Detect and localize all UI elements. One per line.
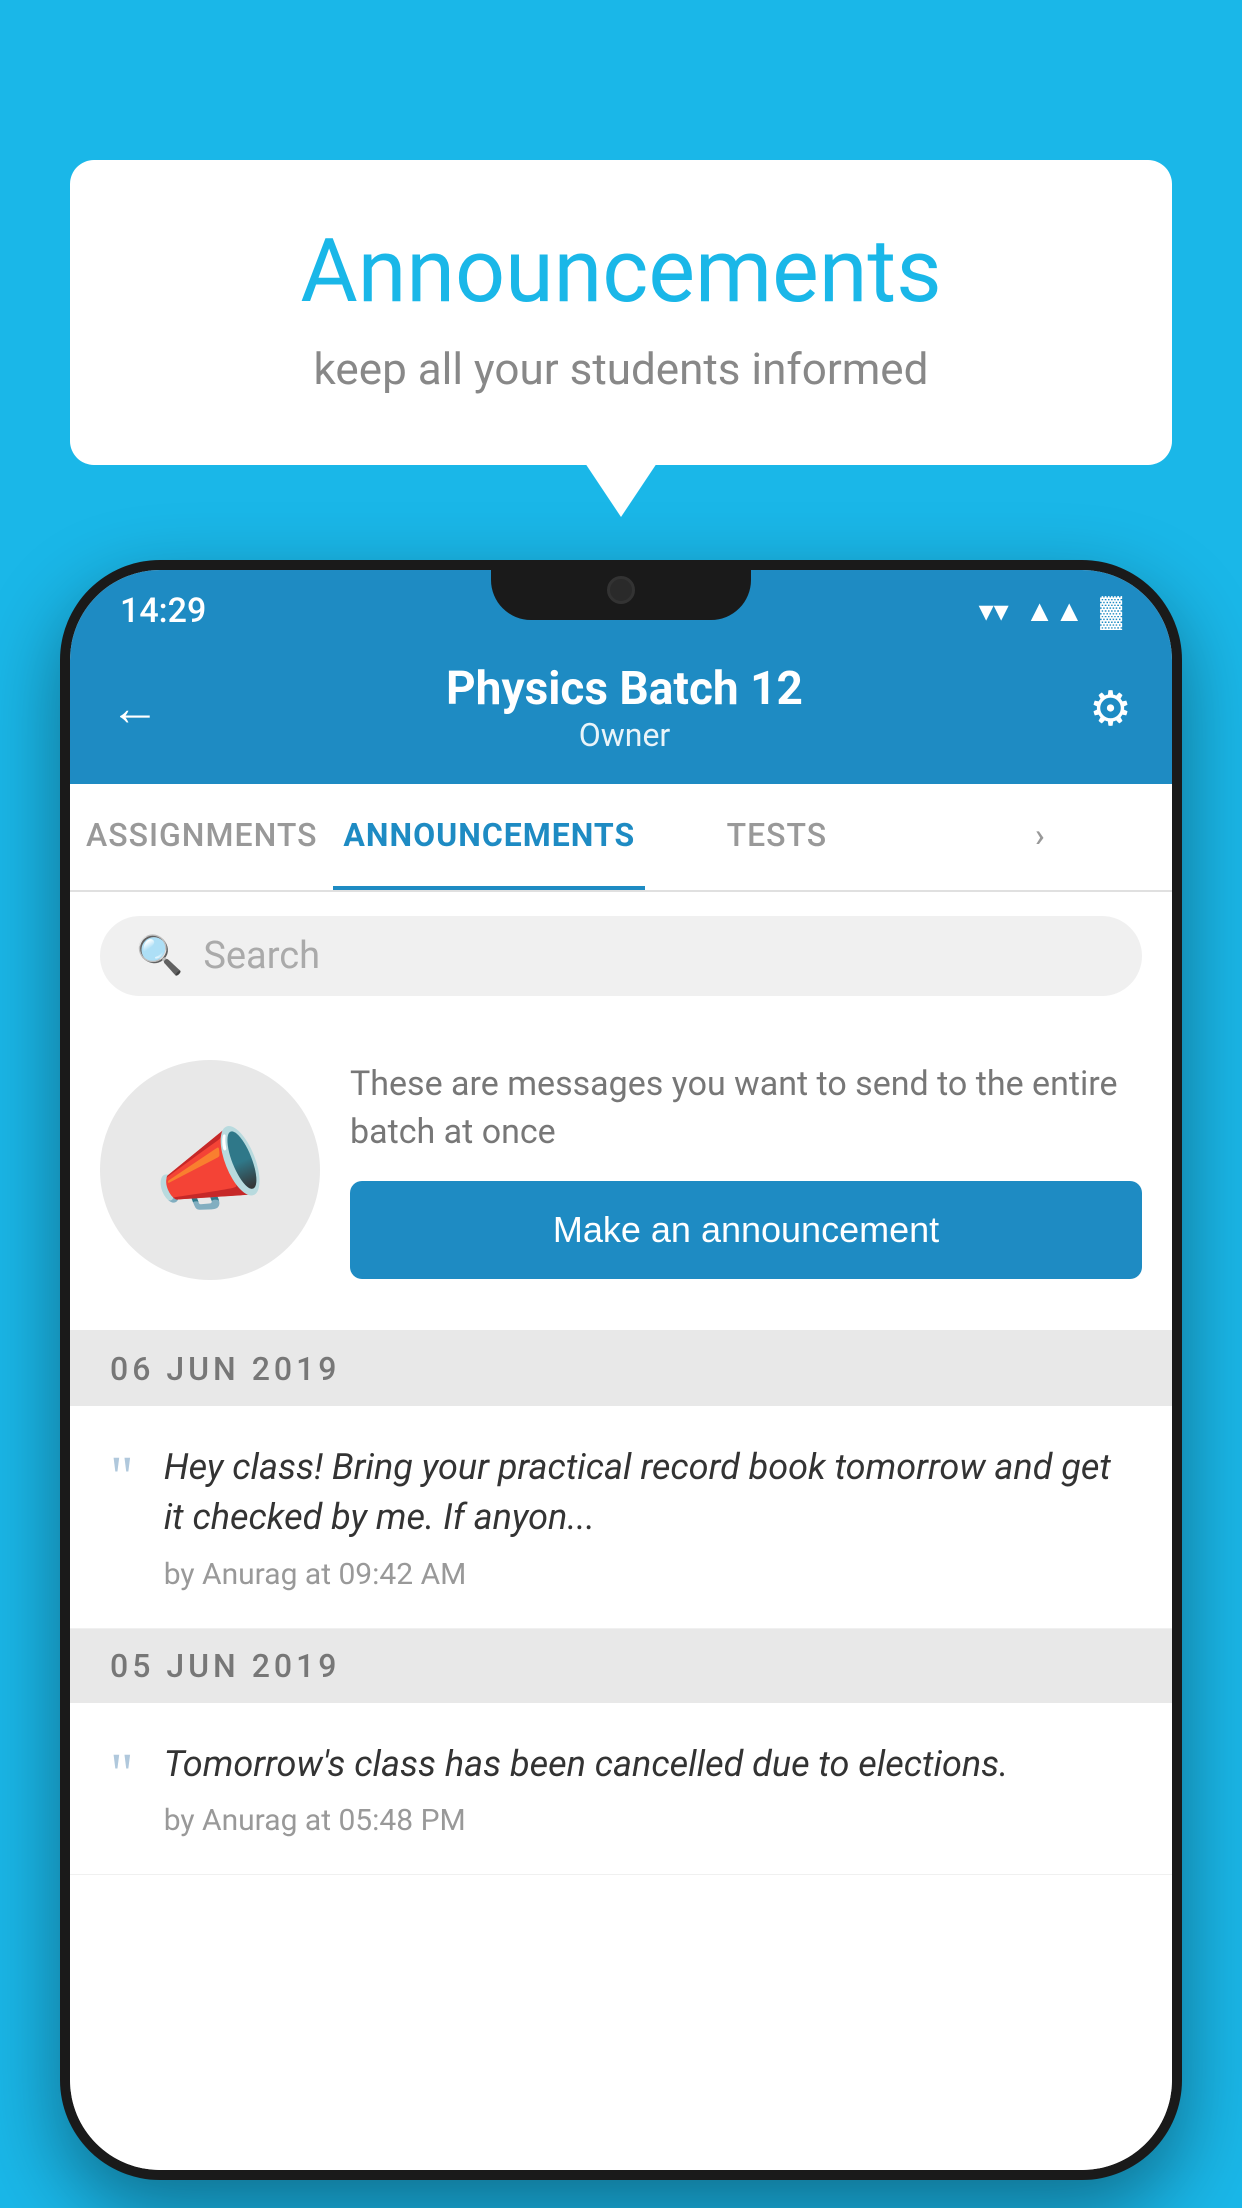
page-subtitle: Owner	[160, 716, 1089, 754]
announcement-meta-1: by Anurag at 09:42 AM	[164, 1557, 1132, 1592]
battery-icon: ▓	[1100, 594, 1122, 629]
search-container: 🔍 Search	[70, 892, 1172, 1020]
date-separator-2: 05 JUN 2019	[70, 1629, 1172, 1703]
megaphone-icon: 📣	[154, 1118, 266, 1223]
phone-screen: 14:29 ▾▾ ▲▲ ▓ ← Physics Batch 12 Owner ⚙…	[70, 570, 1172, 2170]
date-separator-1: 06 JUN 2019	[70, 1332, 1172, 1406]
content-area: 🔍 Search 📣 These are messages you want t…	[70, 892, 1172, 2170]
signal-icon: ▲▲	[1025, 594, 1084, 629]
settings-gear-icon[interactable]: ⚙	[1089, 680, 1132, 737]
status-icons: ▾▾ ▲▲ ▓	[979, 594, 1122, 629]
phone-frame: 14:29 ▾▾ ▲▲ ▓ ← Physics Batch 12 Owner ⚙…	[60, 560, 1182, 2180]
tab-more[interactable]: ›	[909, 784, 1172, 890]
wifi-icon: ▾▾	[979, 594, 1009, 629]
back-button[interactable]: ←	[110, 679, 160, 738]
quote-icon-2: "	[110, 1745, 134, 1803]
promo-icon-circle: 📣	[100, 1060, 320, 1280]
announcement-meta-2: by Anurag at 05:48 PM	[164, 1803, 1132, 1838]
speech-bubble-container: Announcements keep all your students inf…	[70, 160, 1172, 465]
promo-content: These are messages you want to send to t…	[350, 1061, 1142, 1278]
announcement-content-2: Tomorrow's class has been cancelled due …	[164, 1739, 1132, 1838]
tabs-container: ASSIGNMENTS ANNOUNCEMENTS TESTS ›	[70, 784, 1172, 892]
promo-description: These are messages you want to send to t…	[350, 1061, 1142, 1156]
page-title: Physics Batch 12	[160, 662, 1089, 716]
bubble-title: Announcements	[150, 220, 1092, 323]
tab-tests[interactable]: TESTS	[645, 784, 908, 890]
search-icon: 🔍	[136, 934, 183, 978]
make-announcement-button[interactable]: Make an announcement	[350, 1181, 1142, 1279]
announcement-content-1: Hey class! Bring your practical record b…	[164, 1442, 1132, 1592]
quote-icon-1: "	[110, 1448, 134, 1506]
search-bar[interactable]: 🔍 Search	[100, 916, 1142, 996]
phone-camera	[607, 576, 635, 604]
tab-announcements[interactable]: ANNOUNCEMENTS	[333, 784, 645, 890]
app-header: ← Physics Batch 12 Owner ⚙	[70, 642, 1172, 784]
announcement-item-1[interactable]: " Hey class! Bring your practical record…	[70, 1406, 1172, 1629]
announcement-item-2[interactable]: " Tomorrow's class has been cancelled du…	[70, 1703, 1172, 1875]
announcement-text-1: Hey class! Bring your practical record b…	[164, 1442, 1132, 1543]
status-time: 14:29	[120, 591, 206, 631]
phone-container: 14:29 ▾▾ ▲▲ ▓ ← Physics Batch 12 Owner ⚙…	[60, 560, 1182, 2208]
speech-bubble: Announcements keep all your students inf…	[70, 160, 1172, 465]
header-title-container: Physics Batch 12 Owner	[160, 662, 1089, 754]
search-placeholder: Search	[203, 934, 320, 978]
announcement-text-2: Tomorrow's class has been cancelled due …	[164, 1739, 1132, 1789]
tab-assignments[interactable]: ASSIGNMENTS	[70, 784, 333, 890]
bubble-subtitle: keep all your students informed	[150, 343, 1092, 395]
phone-notch	[491, 560, 751, 620]
promo-section: 📣 These are messages you want to send to…	[70, 1020, 1172, 1332]
